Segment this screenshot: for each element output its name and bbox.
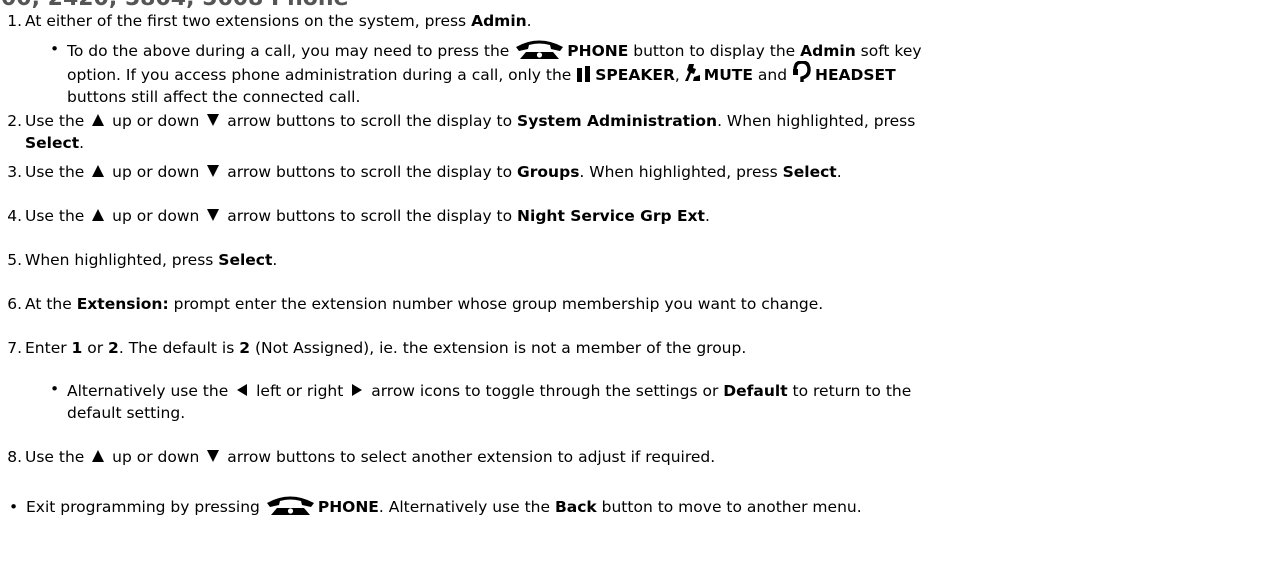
step-1-note-line-1: To do the above during a call, you may n… <box>67 40 922 63</box>
down-arrow-icon <box>206 208 220 222</box>
left-arrow-icon <box>235 383 249 397</box>
step-1-note-line-3: buttons still affect the connected call. <box>67 88 361 106</box>
step-7: 7. Enter 1 or 2. The default is 2 (Not As… <box>7 339 747 357</box>
right-arrow-icon <box>350 383 364 397</box>
step-number: 1. <box>7 12 22 30</box>
step-7-note-line-1: Alternatively use the left or right arro… <box>67 382 912 400</box>
speaker-icon <box>576 65 592 83</box>
bullet-dot: • <box>9 498 19 516</box>
down-arrow-icon <box>206 113 220 127</box>
step-7-note-line-2: default setting. <box>67 404 186 422</box>
down-arrow-icon <box>206 164 220 178</box>
step-8: 8. Use the up or down arrow buttons to se… <box>7 448 716 466</box>
step-6: 6. At the Extension: prompt enter the ext… <box>7 295 824 313</box>
up-arrow-icon <box>91 113 105 127</box>
step-1: 1. At either of the first two extensions … <box>0 10 531 32</box>
step-4: 4. Use the up or down arrow buttons to sc… <box>7 207 710 225</box>
up-arrow-icon <box>91 449 105 463</box>
step-5: 5. When highlighted, press Select. <box>7 251 278 269</box>
up-arrow-icon <box>91 164 105 178</box>
exit-line: Exit programming by pressing PHONE. Alte… <box>26 496 862 519</box>
bullet-dot: • <box>50 380 60 398</box>
step-2-cont: Select. <box>25 134 85 152</box>
step-3: 3. Use the up or down arrow buttons to sc… <box>7 163 842 181</box>
mute-icon <box>684 63 701 83</box>
headset-icon <box>792 60 812 83</box>
phone-icon <box>514 38 565 60</box>
phone-icon <box>265 494 316 516</box>
down-arrow-icon <box>206 449 220 463</box>
step-2: 2. Use the up or down arrow buttons to sc… <box>7 112 916 130</box>
bullet-dot: • <box>50 40 60 58</box>
up-arrow-icon <box>91 208 105 222</box>
step-1-note-line-2: option. If you access phone administrati… <box>67 60 896 87</box>
